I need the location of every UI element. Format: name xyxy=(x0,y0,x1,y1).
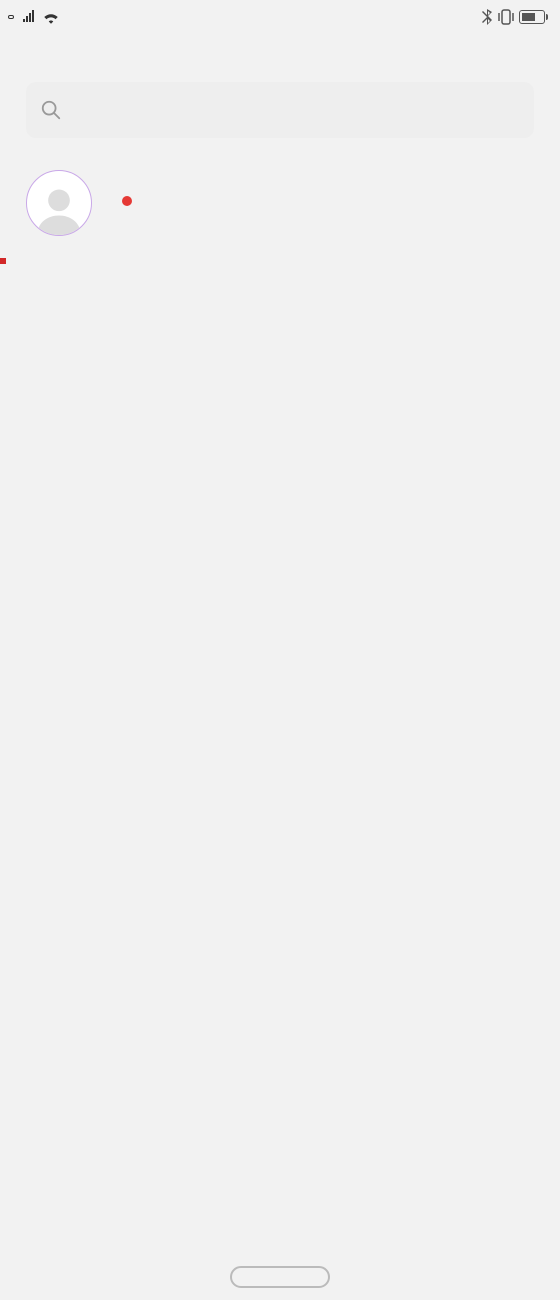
nav-pill[interactable] xyxy=(230,1266,330,1288)
status-right xyxy=(481,9,552,25)
bluetooth-icon xyxy=(481,9,493,25)
wifi-status-icon xyxy=(42,10,60,24)
vowifi-badge xyxy=(8,15,14,19)
vibrate-icon xyxy=(497,9,515,25)
status-left xyxy=(8,10,66,24)
page-title xyxy=(0,34,560,82)
signal-icon xyxy=(22,10,38,24)
search-input[interactable] xyxy=(26,82,534,138)
notification-dot-icon xyxy=(122,196,132,206)
account-name xyxy=(114,196,132,206)
account-row[interactable] xyxy=(0,156,560,258)
avatar xyxy=(26,170,92,236)
battery-indicator xyxy=(519,10,548,24)
search-icon xyxy=(40,99,62,121)
highlight-box xyxy=(0,258,6,264)
status-bar xyxy=(0,0,560,34)
